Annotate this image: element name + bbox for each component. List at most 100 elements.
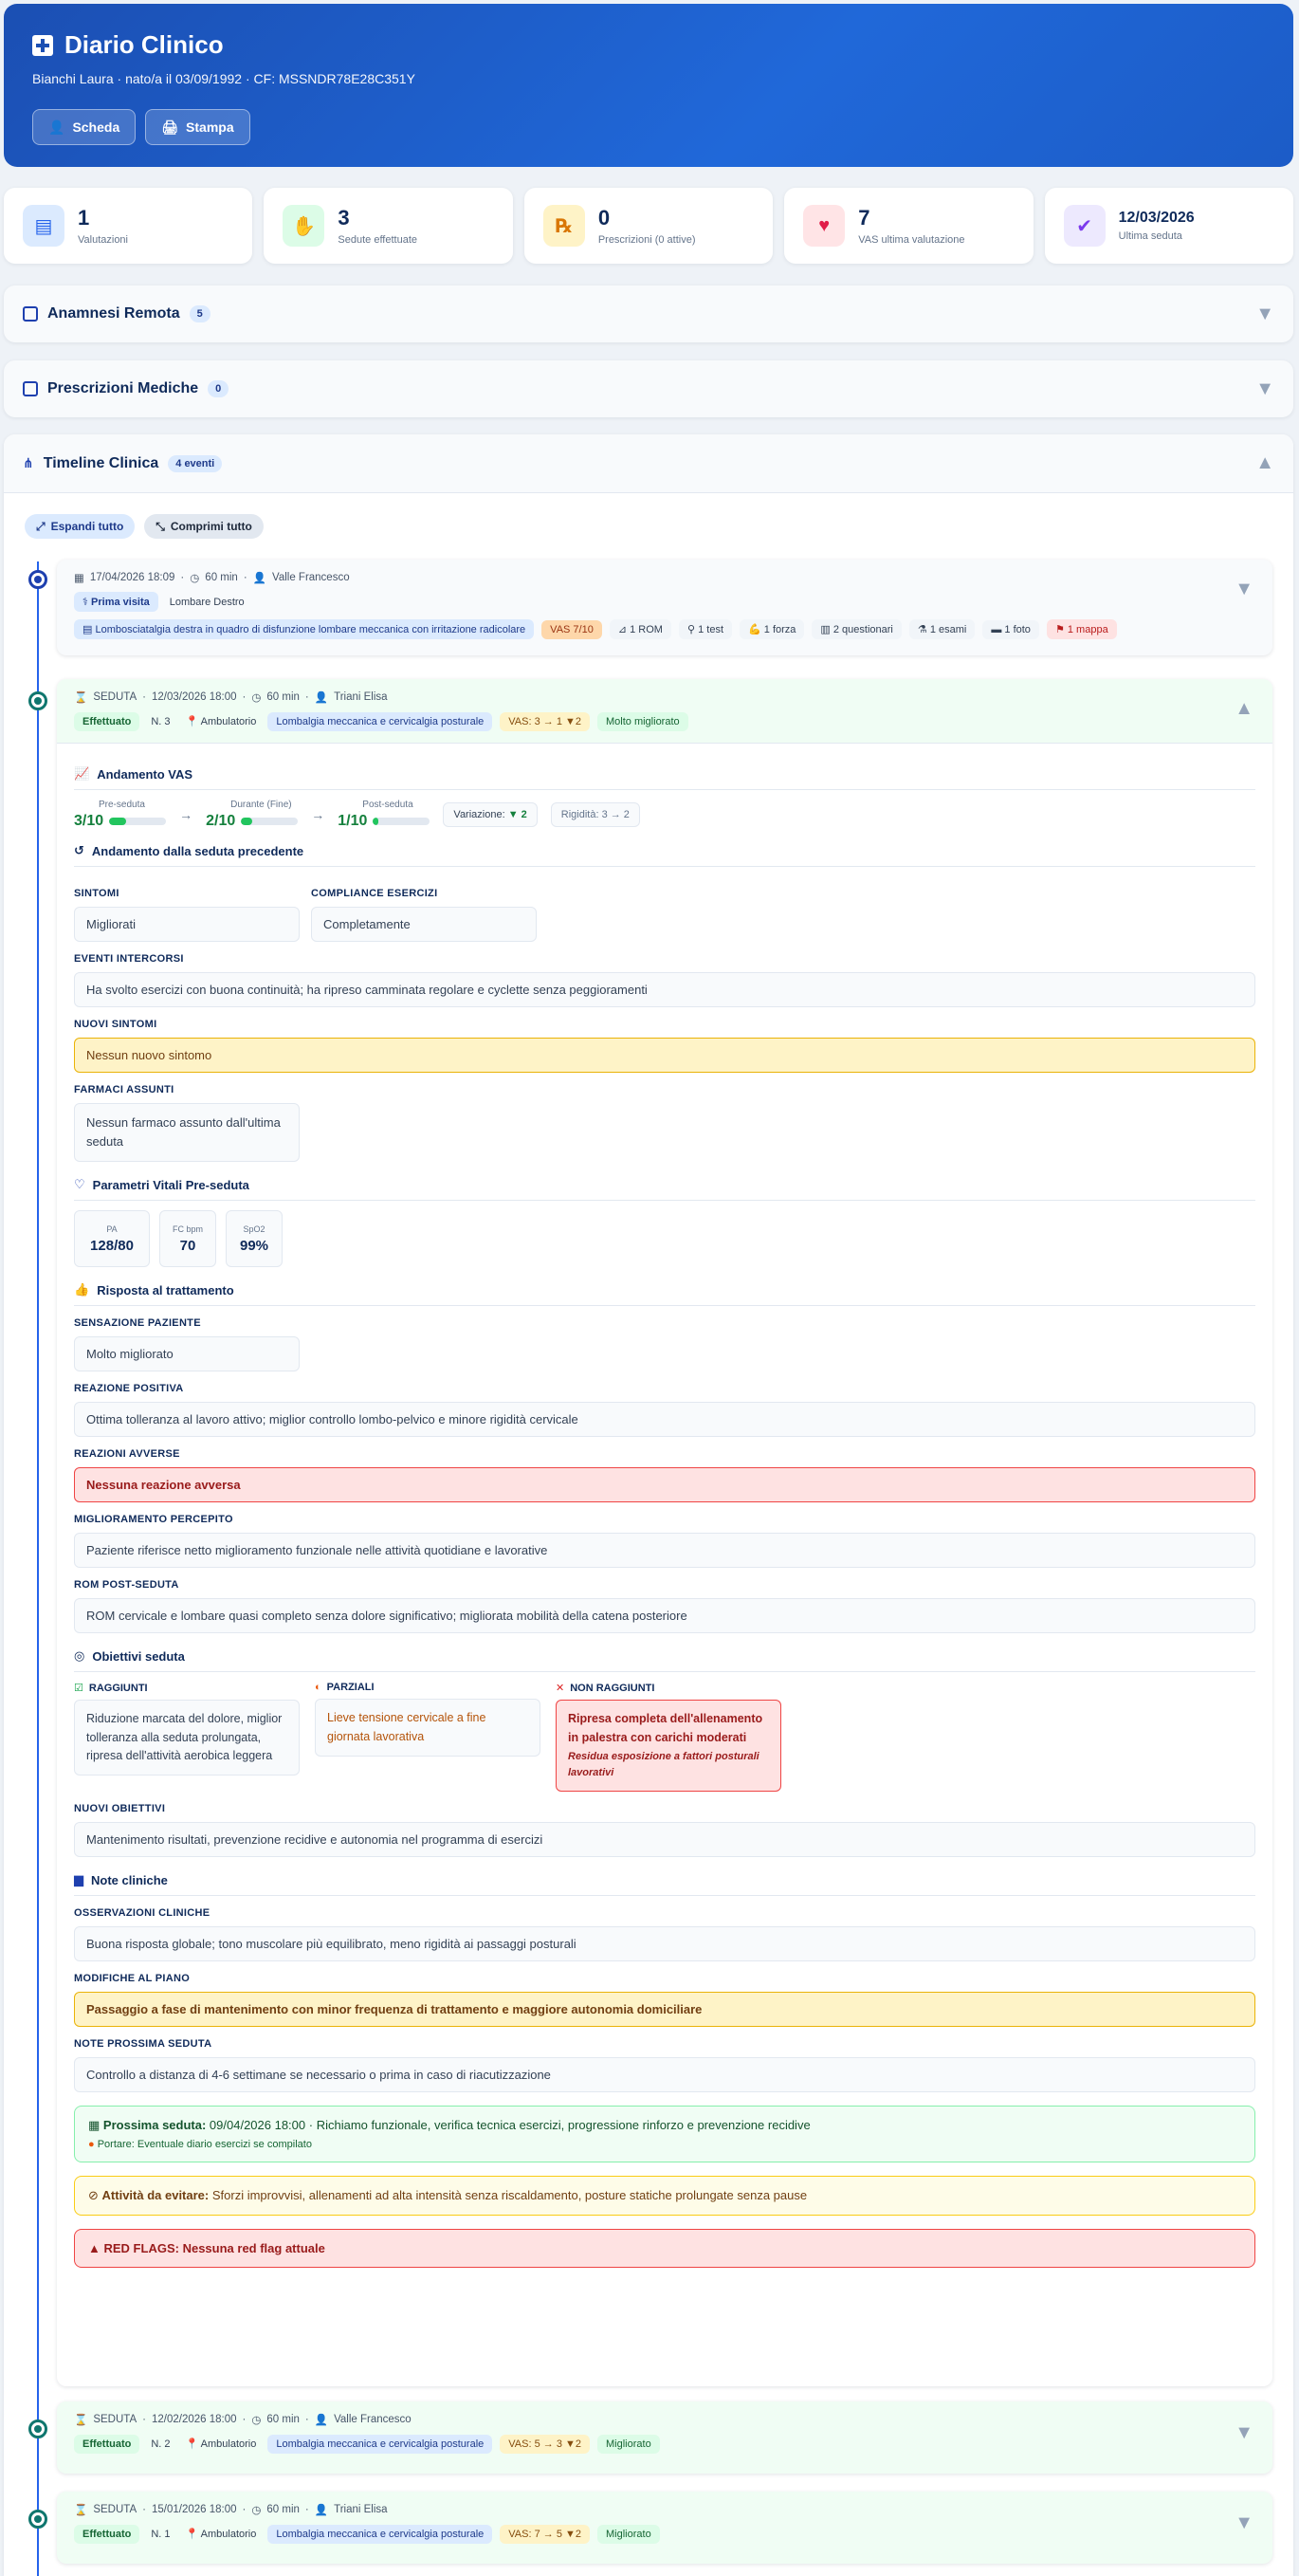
event-header[interactable]: ⌛ SEDUTA · 12/03/2026 18:00 · ◷ 60 min · 👤 Tri… <box>57 679 1272 743</box>
nuovi-sintomi-value: Nessun nuovo sintomo <box>74 1038 1255 1073</box>
x-icon: ✕ <box>556 1683 565 1695</box>
user-icon: 👤 <box>314 692 329 704</box>
vas-section-title: 📈 Andamento VAS <box>74 766 1255 790</box>
accordion-anamnesi[interactable]: Anamnesi Remota 5 ▼ <box>4 285 1293 342</box>
vas-post-value: 1/10 <box>338 813 368 829</box>
pin-icon: 📍 <box>185 2438 199 2450</box>
parziali-value: Lieve tensione cervicale a fine giornata… <box>315 1699 540 1757</box>
session-number: N. 1 <box>151 2528 171 2540</box>
expand-all-button[interactable]: ⤢ Espandi tutto <box>25 514 136 539</box>
outcome-badge: Molto migliorato <box>597 711 688 731</box>
hourglass-icon: ⌛ <box>74 2415 88 2426</box>
diagnosis-tag: Lombalgia meccanica e cervicalgia postur… <box>267 2434 493 2454</box>
scheda-button[interactable]: 👤 Scheda <box>32 109 137 145</box>
miglioramento-value: Paziente riferisce netto miglioramento f… <box>74 1533 1255 1569</box>
vital-spo2: SpO2 99% <box>226 1210 283 1268</box>
note-icon: ▆ <box>74 1872 83 1887</box>
medical-file-icon <box>32 34 53 56</box>
vas-trend: Pre-seduta 3/10 → Durante (Fine) 2/10 → Po… <box>74 800 1255 830</box>
nuovi-obiettivi-value: Mantenimento risultati, prevenzione reci… <box>74 1822 1255 1858</box>
forza-badge: 💪 1 forza <box>740 619 805 639</box>
variation-chip: Variazione: ▼ 2 <box>443 802 538 827</box>
region-label: Lombare Destro <box>169 596 245 608</box>
eventi-value: Ha svolto esercizi con buona continuità;… <box>74 972 1255 1007</box>
calendar-icon: ▦ <box>74 573 84 584</box>
timeline-event-seduta-3: ⌛ SEDUTA · 12/03/2026 18:00 · ◷ 60 min · 👤 Tri… <box>57 679 1272 2386</box>
status-badge: Effettuato <box>74 2434 140 2454</box>
stat-valutazioni: ▤ 1 Valutazioni <box>4 188 253 264</box>
clock-icon: ◷ <box>251 692 262 704</box>
chevron-down-icon: ▼ <box>1235 2512 1253 2533</box>
ruler-icon: ⊿ <box>617 624 628 635</box>
expand-icon: ⤢ <box>36 519 46 533</box>
timeline-dot <box>28 2510 47 2529</box>
timeline-event-seduta-1[interactable]: ⌛ SEDUTA · 15/01/2026 18:00 · ◷ 60 min · 👤 Tri… <box>57 2492 1272 2564</box>
vas-mid-value: 2/10 <box>206 813 236 829</box>
ban-icon: ⊘ <box>88 2188 99 2203</box>
accordion-prescrizioni[interactable]: Prescrizioni Mediche 0 ▼ <box>4 360 1293 417</box>
sensazione-value: Molto migliorato <box>74 1336 300 1372</box>
modifiche-value: Passaggio a fase di mantenimento con min… <box>74 1992 1255 2028</box>
warning-icon: ▲ <box>88 2241 101 2256</box>
compliance-value: Completamente <box>311 907 537 942</box>
event-body: 📈 Andamento VAS Pre-seduta 3/10 → Durante … <box>57 743 1272 2277</box>
event-type-badge: ⚕ Prima visita <box>74 592 158 612</box>
muscle-icon: 💪 <box>748 624 761 635</box>
camera-icon: ▬ <box>991 623 1002 635</box>
chevron-down-icon: ▼ <box>1235 2422 1253 2443</box>
place-label: 📍 Ambulatorio <box>185 2438 257 2450</box>
collapse-all-button[interactable]: ⤡ Comprimi tutto <box>144 514 264 539</box>
objectives-section-title: ◎ Obiettivi seduta <box>74 1648 1255 1673</box>
file-icon: ▤ <box>82 624 93 635</box>
timeline-event-seduta-2[interactable]: ⌛ SEDUTA · 12/02/2026 18:00 · ◷ 60 min · 👤 Val… <box>57 2401 1272 2474</box>
osservazioni-value: Buona risposta globale; tono muscolare p… <box>74 1926 1255 1962</box>
copy-icon <box>23 306 38 322</box>
timeline-event-prima-visita[interactable]: ▦ 17/04/2026 18:09 · ◷ 60 min · 👤 Valle Franc… <box>57 560 1272 655</box>
pin-icon: 📍 <box>185 2529 199 2540</box>
outcome-badge: Migliorato <box>597 2524 660 2544</box>
user-icon: 👤 <box>314 2415 329 2426</box>
rom-badge: ⊿ 1 ROM <box>609 619 671 639</box>
diagnosis-tag: Lombalgia meccanica e cervicalgia postur… <box>267 2524 493 2544</box>
farmaci-value: Nessun farmaco assunto dall'ultima sedut… <box>74 1103 300 1163</box>
clock-icon: ◷ <box>251 2415 262 2426</box>
objectives-columns: ☑ RAGGIUNTI Riduzione marcata del dolore,… <box>74 1682 1255 1793</box>
status-badge: Effettuato <box>74 2524 140 2544</box>
sintomi-value: Migliorati <box>74 907 300 942</box>
vitals-row: PA 128/80 FC bpm 70 SpO2 99% <box>74 1210 1255 1268</box>
vas-badge: VAS: 7 → 5 ▼2 <box>500 2524 590 2544</box>
rigidity-chip: Rigidità: 3 → 2 <box>550 802 640 827</box>
timeline-icon: ⋔ <box>23 455 34 470</box>
non-raggiunti-value: Ripresa completa dell'allenamento in pal… <box>556 1700 781 1793</box>
diagnosis-tag: ▤ Lombosciatalgia destra in quadro di di… <box>74 619 535 639</box>
printer-icon: 🖨 <box>161 119 179 135</box>
patient-info: Bianchi Laura · nato/a il 03/09/1992 · C… <box>32 71 415 86</box>
handshake-icon: ✋ <box>283 205 325 247</box>
heart-pulse-icon: ♥ <box>803 205 846 247</box>
vital-pa: PA 128/80 <box>74 1210 150 1268</box>
timeline-dot <box>28 570 47 589</box>
line-chart-icon: 📈 <box>74 766 90 781</box>
search-icon: ⚲ <box>686 624 696 635</box>
hourglass-icon: ⌛ <box>74 692 88 704</box>
bag-icon: ● <box>88 2139 95 2151</box>
history-icon: ↺ <box>74 843 84 857</box>
stethoscope-icon: ⚕ <box>82 597 88 608</box>
timeline-dot <box>28 2420 47 2438</box>
user-icon: 👤 <box>48 119 65 135</box>
vital-fc: FC bpm 70 <box>159 1210 216 1268</box>
vas-mid-bar <box>241 818 253 825</box>
vas-badge: VAS: 3 → 1 ▼2 <box>500 711 590 731</box>
patient-birth: nato/a il 03/09/1992 <box>125 71 243 86</box>
compress-icon: ⤡ <box>156 519 165 533</box>
page-title: Diario Clinico <box>32 30 1265 60</box>
stats-row: ▤ 1 Valutazioni ✋ 3 Sedute effettuate ℞ 0P… <box>4 188 1294 264</box>
count-badge: 0 <box>208 380 229 397</box>
stampa-button[interactable]: 🖨 Stampa <box>145 109 250 145</box>
vas-post-bar <box>373 818 379 825</box>
chevron-up-icon: ▲ <box>1255 452 1274 473</box>
hourglass-icon: ⌛ <box>74 2505 88 2516</box>
patient-cf: CF: MSSNDR78E28C351Y <box>253 71 415 86</box>
timeline-header[interactable]: ⋔ Timeline Clinica 4 eventi ▲ <box>4 434 1293 493</box>
thumbs-up-icon: 👍 <box>74 1282 90 1297</box>
